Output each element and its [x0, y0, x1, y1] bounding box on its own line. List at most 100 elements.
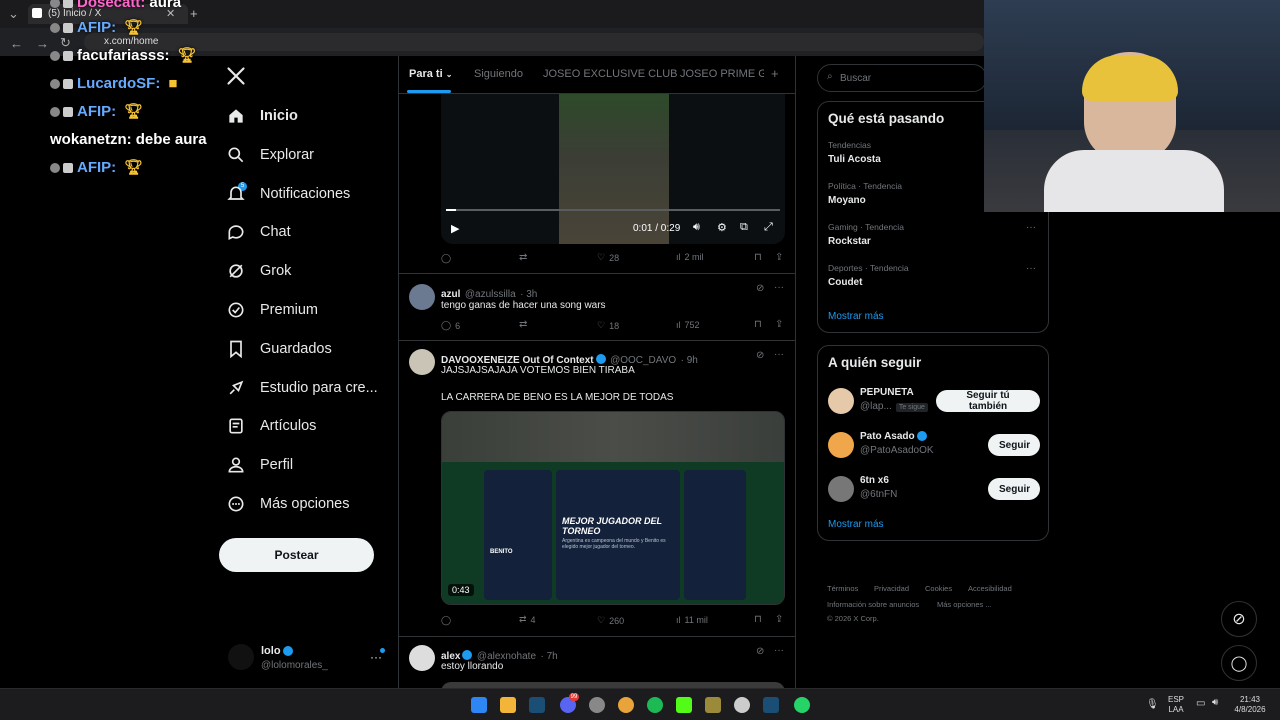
steam-icon[interactable]: [529, 697, 545, 713]
post-button[interactable]: Postear: [219, 538, 374, 572]
tab-siguiendo[interactable]: Siguiendo: [474, 68, 523, 80]
trends-show-more[interactable]: Mostrar más: [828, 311, 884, 322]
play-icon[interactable]: ▶: [451, 222, 459, 235]
views-button[interactable]: ıl 2 mil: [676, 252, 704, 262]
whatsapp-icon[interactable]: [794, 697, 810, 713]
follow-button[interactable]: Seguir: [988, 478, 1040, 500]
bookmark-button[interactable]: ⊓: [754, 252, 762, 263]
tweet-azul[interactable]: azul @azulssilla · 3h ⊘ ··· tengo ganas …: [399, 274, 795, 341]
nav-item-article[interactable]: Artículos: [226, 411, 316, 441]
trend-more-icon[interactable]: ···: [1026, 263, 1036, 274]
footer-cookies[interactable]: Cookies: [925, 584, 952, 593]
account-name[interactable]: lolo: [261, 645, 293, 657]
grok-icon[interactable]: ⊘: [756, 350, 764, 361]
tab-joseo-prime[interactable]: JOSEO PRIME GR: [680, 68, 764, 80]
footer-terms[interactable]: Términos: [827, 584, 858, 593]
trend-more-icon[interactable]: ···: [1026, 222, 1036, 233]
settings-icon[interactable]: ⚙: [717, 221, 727, 234]
start-icon[interactable]: [471, 697, 487, 713]
more-icon[interactable]: ···: [774, 349, 784, 360]
back-icon[interactable]: ←: [10, 36, 23, 51]
app-icon[interactable]: [589, 697, 605, 713]
bookmark-button[interactable]: ⊓: [754, 319, 762, 330]
volume-tray-icon[interactable]: 🔊︎: [1212, 697, 1218, 708]
x-logo-icon[interactable]: [226, 66, 246, 91]
follow-suggestion[interactable]: PEPUNETA @lap... Te sigue Seguir tú también: [828, 386, 1040, 416]
follow-button[interactable]: Seguir tú también: [936, 390, 1040, 412]
obs-icon[interactable]: [705, 697, 721, 713]
bookmark-button[interactable]: ⊓: [754, 614, 762, 625]
search-input[interactable]: ⌕ Buscar: [817, 64, 987, 92]
fullscreen-icon[interactable]: ⤢: [764, 221, 773, 234]
repost-button[interactable]: ⇄: [519, 319, 527, 330]
video-player[interactable]: ▶ 0:01 / 0:29 🔊︎ ⚙ ⧉ ⤢: [441, 94, 785, 244]
share-button[interactable]: ⇪: [775, 252, 783, 263]
file-explorer-icon[interactable]: [500, 697, 516, 713]
avatar[interactable]: [409, 645, 435, 671]
nav-item-person[interactable]: Perfil: [226, 450, 293, 480]
nav-item-bookmark[interactable]: Guardados: [226, 334, 332, 364]
nav-item-more-circle[interactable]: Más opciones: [226, 489, 349, 519]
like-button[interactable]: ♡ 18: [597, 320, 619, 331]
tab-list-icon[interactable]: ⌄: [8, 6, 19, 22]
new-tab-icon[interactable]: +: [190, 6, 198, 21]
share-button[interactable]: ⇪: [775, 319, 783, 330]
footer-accessibility[interactable]: Accesibilidad: [968, 584, 1012, 593]
repost-button[interactable]: ⇄ 4: [519, 614, 536, 625]
reply-button[interactable]: ◯: [441, 615, 451, 626]
trend-item[interactable]: Gaming · Tendencia Rockstar ···: [828, 222, 1038, 258]
nav-item-bell[interactable]: Notificaciones: [226, 179, 350, 209]
views-button[interactable]: ıl 11 mil: [676, 615, 708, 625]
nav-item-chat[interactable]: Chat: [226, 217, 291, 247]
spotify-icon[interactable]: [647, 697, 663, 713]
avatar[interactable]: [828, 432, 854, 458]
address-bar[interactable]: x.com/home: [84, 33, 984, 51]
kick-icon[interactable]: [676, 697, 692, 713]
follow-suggestion[interactable]: Pato Asado @PatoAsadoOK Seguir: [828, 430, 1040, 460]
views-button[interactable]: ıl 752: [676, 320, 700, 330]
footer-more[interactable]: Más opciones ...: [937, 600, 992, 609]
tab-para-ti[interactable]: Para ti ⌄: [409, 68, 452, 80]
grok-icon[interactable]: ⊘: [756, 646, 764, 657]
repost-button[interactable]: ⇄: [519, 252, 527, 263]
clock[interactable]: 21:43 4/8/2026: [1232, 695, 1268, 715]
tweet-davooxeneize[interactable]: DAVOOXENEIZE Out Of Context @OOC_DAVO · …: [399, 341, 795, 637]
network-icon[interactable]: ▭: [1196, 698, 1205, 709]
pip-icon[interactable]: ⧉: [740, 221, 748, 234]
messages-fab[interactable]: ◯: [1221, 645, 1257, 681]
more-icon[interactable]: ···: [774, 282, 784, 293]
mic-icon[interactable]: 🎙︎: [1146, 699, 1159, 710]
footer-ads-info[interactable]: Información sobre anuncios: [827, 600, 919, 609]
reply-button[interactable]: ◯ 6: [441, 320, 460, 331]
steam-icon-2[interactable]: [763, 697, 779, 713]
share-button[interactable]: ⇪: [775, 614, 783, 625]
footer-privacy[interactable]: Privacidad: [874, 584, 909, 593]
nav-item-search[interactable]: Explorar: [226, 140, 314, 170]
follow-suggestion[interactable]: 6tn x6 @6tnFN Seguir: [828, 474, 1040, 504]
language-indicator[interactable]: ESP LAA: [1168, 695, 1184, 715]
like-button[interactable]: ♡ 260: [597, 615, 624, 626]
nav-item-rocket[interactable]: Estudio para cre...: [226, 373, 378, 403]
avatar[interactable]: [409, 284, 435, 310]
grok-icon[interactable]: ⊘: [756, 283, 764, 294]
like-button[interactable]: ♡ 28: [597, 252, 619, 263]
avatar[interactable]: [409, 349, 435, 375]
more-icon[interactable]: ···: [774, 645, 784, 656]
tab-joseo-exclusive[interactable]: JOSEO EXCLUSIVE CLUB: [543, 68, 678, 80]
forward-icon[interactable]: →: [36, 36, 49, 51]
nav-item-grok[interactable]: Grok: [226, 256, 291, 286]
avatar[interactable]: [828, 476, 854, 502]
follow-button[interactable]: Seguir: [988, 434, 1040, 456]
video-progress[interactable]: [446, 209, 780, 211]
chrome-icon[interactable]: [618, 697, 634, 713]
volume-icon[interactable]: 🔊︎: [693, 221, 700, 234]
nav-item-premium[interactable]: Premium: [226, 295, 318, 325]
nav-item-home[interactable]: Inicio: [226, 101, 298, 131]
tweet-media-video[interactable]: BENITO MEJOR JUGADOR DEL TORNEO Argentin…: [441, 411, 785, 605]
follow-show-more[interactable]: Mostrar más: [828, 519, 884, 530]
avatar[interactable]: [828, 388, 854, 414]
grok-fab[interactable]: ⊘: [1221, 601, 1257, 637]
add-tab-icon[interactable]: +: [771, 66, 779, 81]
trend-item[interactable]: Deportes · Tendencia Coudet ···: [828, 263, 1038, 299]
tweet-alex[interactable]: alex @alexnohate · 7h ⊘ ··· estoy lloran…: [399, 637, 795, 688]
